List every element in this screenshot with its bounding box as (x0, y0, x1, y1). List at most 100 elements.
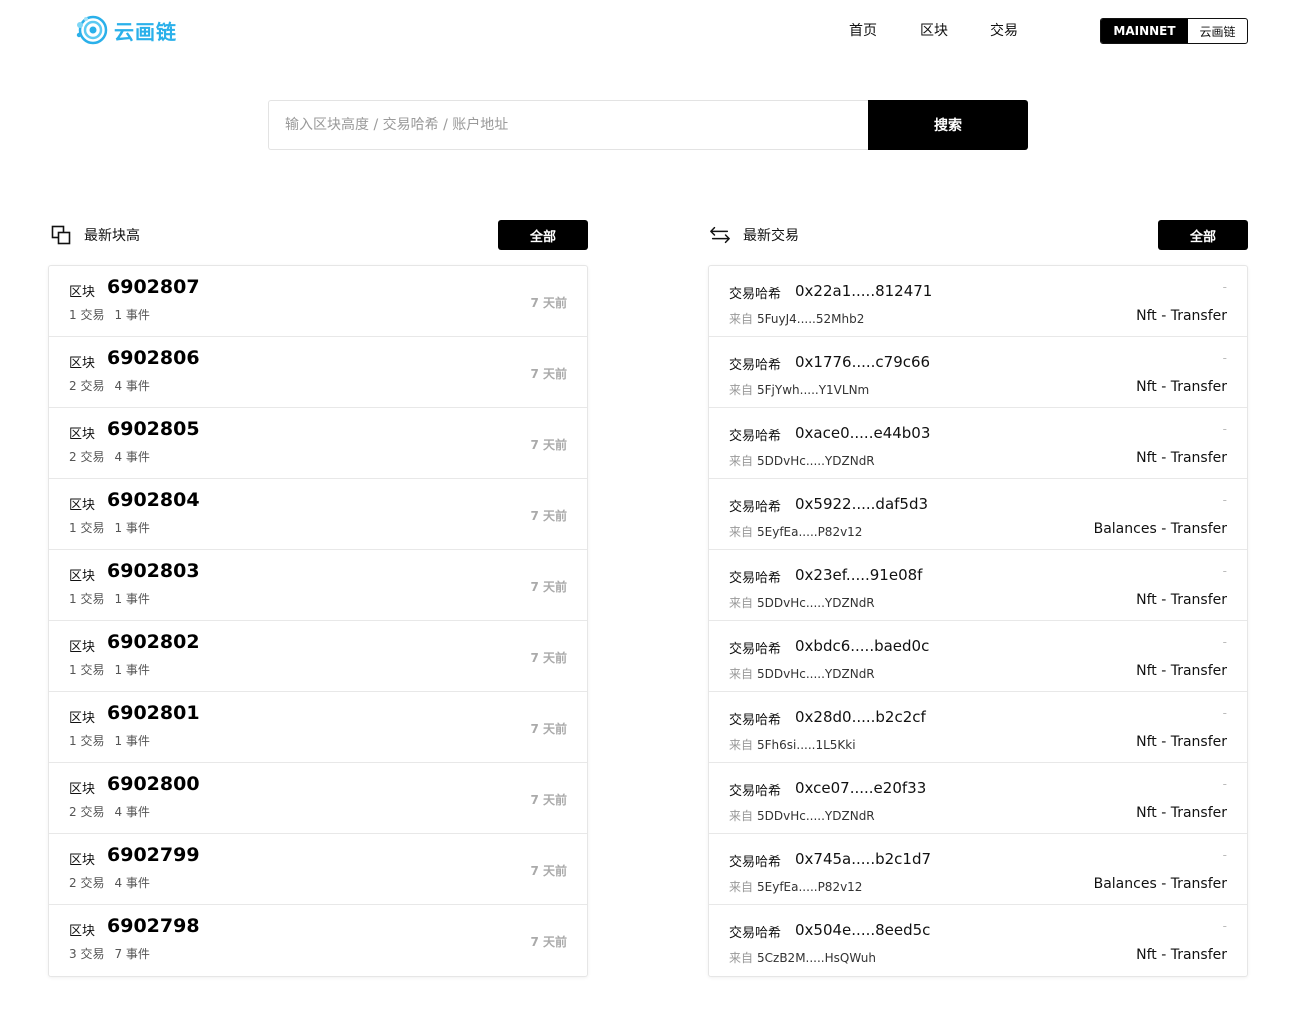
block-meta: 2 交易 4 事件 (69, 874, 150, 891)
brand-logo[interactable]: 云画链 (74, 12, 177, 48)
transaction-row[interactable]: 交易哈希 0xce07.....e20f33 - 来自 5DDvHc.....YD… (709, 763, 1247, 834)
tx-hash-link[interactable]: 0x745a.....b2c1d7 (795, 850, 931, 868)
tx-hash-link[interactable]: 0xbdc6.....baed0c (795, 637, 929, 655)
tx-hash-label: 交易哈希 (729, 358, 782, 373)
block-time: 7 天前 (530, 651, 567, 665)
block-row[interactable]: 区块 6902805 2 交易 4 事件 7 天前 (49, 408, 587, 479)
block-meta: 2 交易 4 事件 (69, 448, 150, 465)
tx-from-address[interactable]: 5EyfEa.....P82v12 (757, 880, 862, 894)
block-row[interactable]: 区块 6902806 2 交易 4 事件 7 天前 (49, 337, 587, 408)
tx-hash-link[interactable]: 0x1776.....c79c66 (795, 353, 930, 371)
block-number-link[interactable]: 6902799 (107, 844, 200, 866)
tx-hash-link[interactable]: 0x5922.....daf5d3 (795, 495, 928, 513)
transactions-all-button[interactable]: 全部 (1158, 220, 1248, 250)
tx-from: 来自 5DDvHc.....YDZNdR (729, 807, 875, 824)
block-event-count: 1 事件 (114, 663, 150, 677)
block-number-link[interactable]: 6902807 (107, 276, 200, 298)
network-switcher[interactable]: MAINNET 云画链 (1100, 18, 1248, 44)
block-number-link[interactable]: 6902804 (107, 489, 200, 511)
network-chain-name[interactable]: 云画链 (1188, 19, 1247, 43)
tx-from-address[interactable]: 5FjYwh.....Y1VLNm (757, 383, 869, 397)
transaction-row[interactable]: 交易哈希 0x1776.....c79c66 - 来自 5FjYwh.....Y1… (709, 337, 1247, 408)
tx-from-address[interactable]: 5Fh6si.....1L5Kki (757, 738, 856, 752)
block-event-count: 1 事件 (114, 592, 150, 606)
tx-type: Balances - Transfer (1093, 521, 1227, 537)
block-tx-count: 2 交易 (69, 379, 105, 393)
nav-blocks[interactable]: 区块 (920, 20, 948, 40)
tx-from: 来自 5EyfEa.....P82v12 (729, 523, 862, 540)
tx-type: Balances - Transfer (1093, 876, 1227, 892)
block-label: 区块 (69, 924, 96, 939)
tx-type: Nft - Transfer (1136, 308, 1227, 324)
search-button[interactable]: 搜索 (868, 100, 1028, 150)
transaction-row[interactable]: 交易哈希 0x5922.....daf5d3 - 来自 5EyfEa.....P8… (709, 479, 1247, 550)
transaction-row[interactable]: 交易哈希 0xbdc6.....baed0c - 来自 5DDvHc.....YD… (709, 621, 1247, 692)
tx-from-address[interactable]: 5DDvHc.....YDZNdR (757, 454, 875, 468)
transactions-list: 交易哈希 0x22a1.....812471 - 来自 5FuyJ4.....52… (708, 265, 1248, 977)
transaction-row[interactable]: 交易哈希 0x22a1.....812471 - 来自 5FuyJ4.....52… (709, 266, 1247, 337)
search-input[interactable] (268, 100, 868, 150)
transaction-row[interactable]: 交易哈希 0xace0.....e44b03 - 来自 5DDvHc.....YD… (709, 408, 1247, 479)
tx-from-label: 来自 (729, 880, 754, 894)
tx-time: - (1222, 493, 1227, 507)
tx-hash-link[interactable]: 0xce07.....e20f33 (795, 779, 926, 797)
tx-from: 来自 5CzB2M.....HsQWuh (729, 949, 876, 966)
tx-hash-link[interactable]: 0x28d0.....b2c2cf (795, 708, 926, 726)
transaction-row[interactable]: 交易哈希 0x504e.....8eed5c - 来自 5CzB2M.....Hs… (709, 905, 1247, 976)
block-number-link[interactable]: 6902801 (107, 702, 200, 724)
transaction-row[interactable]: 交易哈希 0x745a.....b2c1d7 - 来自 5EyfEa.....P8… (709, 834, 1247, 905)
blocks-all-button[interactable]: 全部 (498, 220, 588, 250)
tx-from-address[interactable]: 5EyfEa.....P82v12 (757, 525, 862, 539)
transaction-row[interactable]: 交易哈希 0x23ef.....91e08f - 来自 5DDvHc.....YD… (709, 550, 1247, 621)
block-time: 7 天前 (530, 438, 567, 452)
tx-from-address[interactable]: 5DDvHc.....YDZNdR (757, 596, 875, 610)
block-number-link[interactable]: 6902803 (107, 560, 200, 582)
block-row[interactable]: 区块 6902800 2 交易 4 事件 7 天前 (49, 763, 587, 834)
block-number-link[interactable]: 6902798 (107, 915, 200, 937)
tx-from-label: 来自 (729, 667, 754, 681)
block-number-link[interactable]: 6902802 (107, 631, 200, 653)
transaction-row[interactable]: 交易哈希 0x28d0.....b2c2cf - 来自 5Fh6si.....1L… (709, 692, 1247, 763)
block-label: 区块 (69, 285, 96, 300)
tx-hash-link[interactable]: 0xace0.....e44b03 (795, 424, 930, 442)
nav-transactions[interactable]: 交易 (990, 20, 1018, 40)
tx-hash-label: 交易哈希 (729, 713, 782, 728)
search-bar: 搜索 (268, 100, 1028, 150)
tx-hash-link[interactable]: 0x23ef.....91e08f (795, 566, 922, 584)
block-event-count: 7 事件 (114, 947, 150, 961)
block-number-link[interactable]: 6902805 (107, 418, 200, 440)
block-row[interactable]: 区块 6902798 3 交易 7 事件 7 天前 (49, 905, 587, 976)
tx-time: - (1222, 919, 1227, 933)
block-number-link[interactable]: 6902800 (107, 773, 200, 795)
block-number-link[interactable]: 6902806 (107, 347, 200, 369)
block-tx-count: 2 交易 (69, 805, 105, 819)
tx-type: Nft - Transfer (1136, 663, 1227, 679)
nav-home[interactable]: 首页 (849, 20, 877, 40)
tx-hash-label: 交易哈希 (729, 429, 782, 444)
tx-hash-link[interactable]: 0x22a1.....812471 (795, 282, 932, 300)
block-tx-count: 1 交易 (69, 592, 105, 606)
tx-time: - (1222, 422, 1227, 436)
block-row[interactable]: 区块 6902802 1 交易 1 事件 7 天前 (49, 621, 587, 692)
block-event-count: 4 事件 (114, 450, 150, 464)
tx-from-address[interactable]: 5DDvHc.....YDZNdR (757, 667, 875, 681)
tx-from: 来自 5DDvHc.....YDZNdR (729, 594, 875, 611)
block-row[interactable]: 区块 6902801 1 交易 1 事件 7 天前 (49, 692, 587, 763)
tx-from: 来自 5FjYwh.....Y1VLNm (729, 381, 869, 398)
tx-from-address[interactable]: 5CzB2M.....HsQWuh (757, 951, 876, 965)
tx-hash-label: 交易哈希 (729, 926, 782, 941)
tx-from-address[interactable]: 5DDvHc.....YDZNdR (757, 809, 875, 823)
block-row[interactable]: 区块 6902803 1 交易 1 事件 7 天前 (49, 550, 587, 621)
tx-from-address[interactable]: 5FuyJ4.....52Mhb2 (757, 312, 864, 326)
block-row[interactable]: 区块 6902804 1 交易 1 事件 7 天前 (49, 479, 587, 550)
tx-time: - (1222, 848, 1227, 862)
tx-type: Nft - Transfer (1136, 947, 1227, 963)
block-row[interactable]: 区块 6902807 1 交易 1 事件 7 天前 (49, 266, 587, 337)
network-mainnet[interactable]: MAINNET (1101, 19, 1188, 43)
block-label: 区块 (69, 640, 96, 655)
block-row[interactable]: 区块 6902799 2 交易 4 事件 7 天前 (49, 834, 587, 905)
tx-from: 来自 5DDvHc.....YDZNdR (729, 665, 875, 682)
tx-hash-link[interactable]: 0x504e.....8eed5c (795, 921, 930, 939)
tx-from: 来自 5EyfEa.....P82v12 (729, 878, 862, 895)
block-tx-count: 1 交易 (69, 521, 105, 535)
